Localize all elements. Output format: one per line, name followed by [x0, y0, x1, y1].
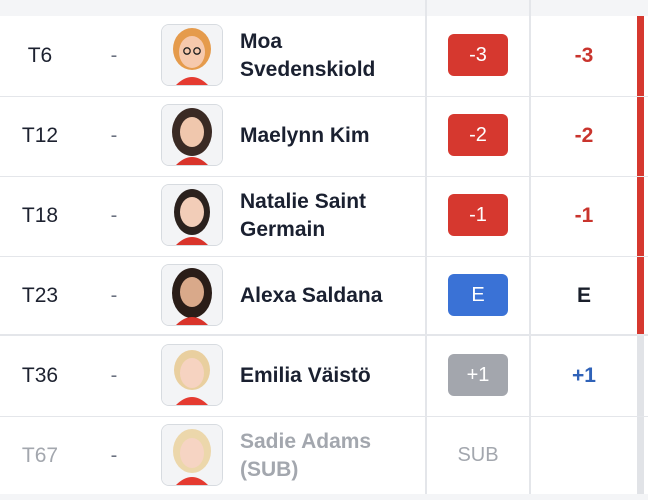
player-name[interactable]: Sadie Adams (SUB) [240, 428, 420, 484]
today-score-badge: E [448, 274, 508, 316]
player-avatar [161, 104, 223, 166]
player-row[interactable]: T36 - Emilia Väistö +1 +1 [0, 336, 638, 416]
movement: - [110, 364, 118, 387]
player-name[interactable]: Emilia Väistö [240, 362, 420, 390]
player-name[interactable]: Natalie Saint Germain [240, 188, 420, 244]
movement: - [110, 444, 118, 467]
player-avatar [161, 424, 223, 486]
today-score-badge: -2 [448, 114, 508, 156]
movement: - [110, 124, 118, 147]
player-name[interactable]: Alexa Saldana [240, 282, 420, 310]
player-name[interactable]: Moa Svedenskiold [240, 28, 420, 84]
total-score: -2 [574, 124, 594, 147]
player-row[interactable]: T67 - Sadie Adams (SUB) SUB [0, 416, 638, 496]
player-row[interactable]: T12 - Maelynn Kim -2 -2 [0, 96, 638, 176]
position: T6 [27, 44, 53, 67]
header-strip [0, 0, 648, 16]
player-avatar [161, 344, 223, 406]
counting-scores-indicator [637, 16, 644, 334]
player-row[interactable]: T6 - Moa Svedenskiold -3 -3 [0, 16, 638, 96]
player-row[interactable]: T23 - Alexa Saldana E E [0, 256, 638, 336]
player-avatar [161, 24, 223, 86]
player-row[interactable]: T18 - Natalie Saint Germain -1 -1 [0, 176, 638, 256]
today-score-badge: -3 [448, 34, 508, 76]
team-leaderboard: T6 - Moa Svedenskiold -3 -3 T12 - Maelyn… [0, 0, 648, 500]
movement: - [110, 204, 118, 227]
position: T23 [21, 284, 59, 307]
position: T67 [21, 444, 59, 467]
player-avatar [161, 184, 223, 246]
position: T18 [21, 204, 59, 227]
total-score: -1 [574, 204, 594, 227]
movement: - [110, 284, 118, 307]
movement: - [110, 44, 118, 67]
total-score: +1 [572, 364, 596, 387]
substitute-label: SUB [457, 444, 499, 466]
position: T36 [21, 364, 59, 387]
today-score-badge: +1 [448, 354, 508, 396]
today-score-badge: -1 [448, 194, 508, 236]
total-score: -3 [574, 44, 594, 67]
total-score: E [576, 284, 591, 307]
position: T12 [21, 124, 59, 147]
player-name[interactable]: Maelynn Kim [240, 122, 420, 150]
bottom-strip [0, 494, 648, 500]
non-counting-indicator [637, 336, 644, 494]
player-avatar [161, 264, 223, 326]
